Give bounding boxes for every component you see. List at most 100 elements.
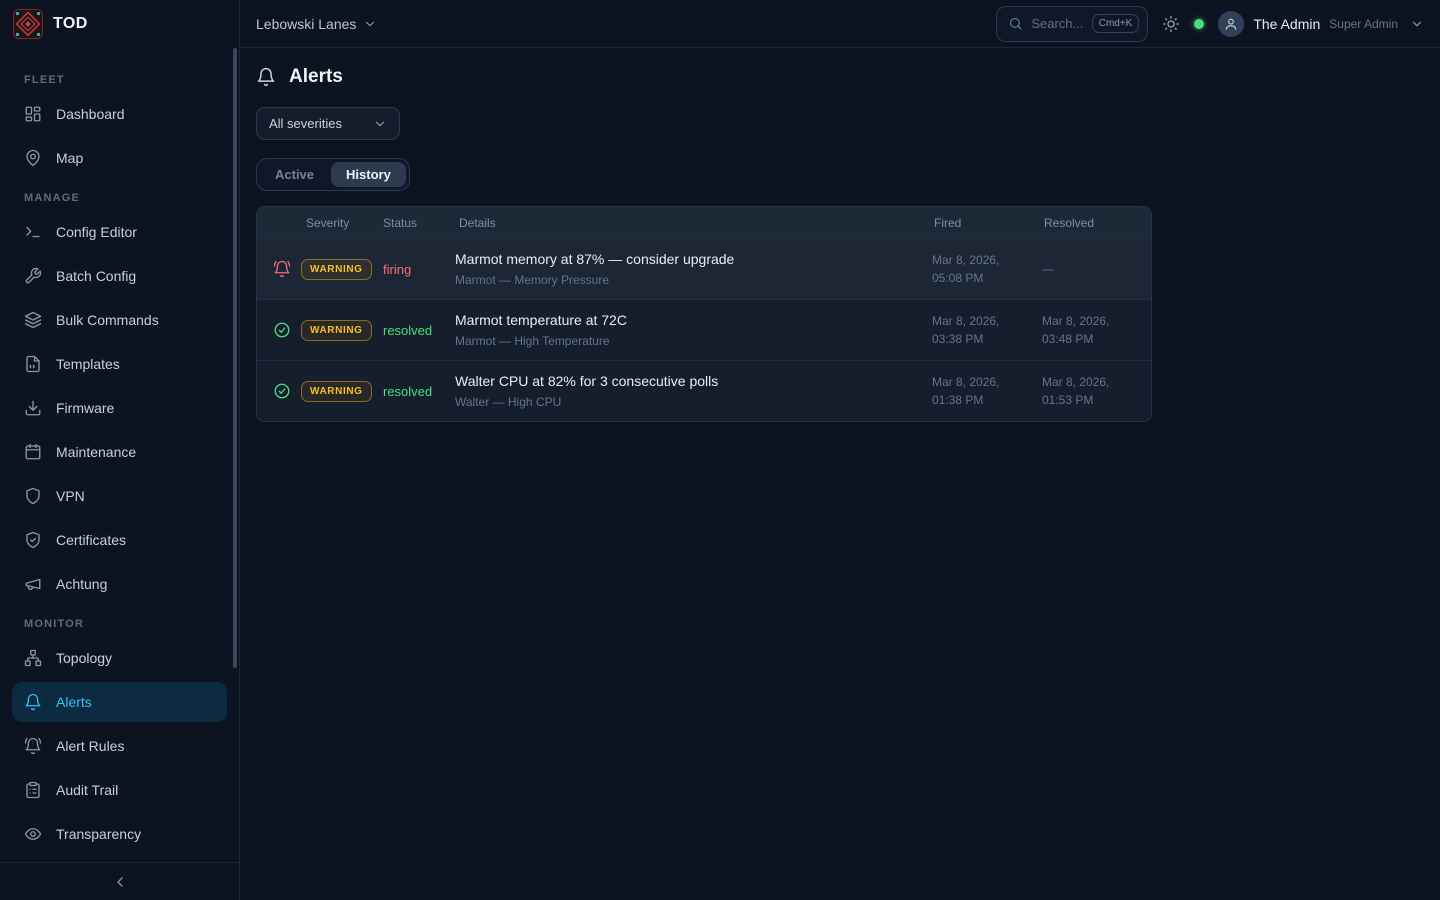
sidebar-item-label: Bulk Commands [56,312,159,328]
check-circle-icon [257,382,301,400]
sidebar-item-batch-config[interactable]: Batch Config [12,256,227,296]
search-shortcut-badge: Cmd+K [1092,14,1140,33]
sidebar-item-label: Achtung [56,576,107,592]
sidebar-item-transparency[interactable]: Transparency [12,814,227,854]
download-icon [24,399,42,417]
sidebar-item-alert-rules[interactable]: Alert Rules [12,726,227,766]
shield-check-icon [24,531,42,549]
table-row[interactable]: WARNING resolved Walter CPU at 82% for 3… [257,360,1151,421]
sidebar-section-monitor: MONITOR [24,618,215,630]
clipboard-list-icon [24,781,42,799]
sidebar-item-label: Dashboard [56,106,125,122]
sidebar-item-firmware[interactable]: Firmware [12,388,227,428]
table-row[interactable]: WARNING resolved Marmot temperature at 7… [257,299,1151,360]
chevron-down-icon [1410,17,1424,31]
severity-badge: WARNING [301,320,372,341]
sidebar-item-label: Topology [56,650,112,666]
dashboard-icon [24,105,42,123]
eye-icon [24,825,42,843]
brand-logo-icon [13,9,43,39]
site-selector[interactable]: Lebowski Lanes [256,16,377,32]
alert-subtitle: Marmot — High Temperature [455,334,932,348]
alert-details: Marmot temperature at 72C Marmot — High … [455,312,932,348]
table-row[interactable]: WARNING firing Marmot memory at 87% — co… [257,238,1151,299]
sidebar-item-audit-trail[interactable]: Audit Trail [12,770,227,810]
alert-details: Walter CPU at 82% for 3 consecutive poll… [455,373,932,409]
sidebar-item-bulk-commands[interactable]: Bulk Commands [12,300,227,340]
alerts-table: Severity Status Details Fired Resolved W… [256,206,1152,422]
sidebar-item-label: Batch Config [56,268,136,284]
sidebar-item-label: Map [56,150,83,166]
sidebar-collapse-button[interactable] [108,870,132,894]
severity-badge: WARNING [301,259,372,280]
alert-details: Marmot memory at 87% — consider upgrade … [455,251,932,287]
sidebar-footer [0,862,239,900]
user-name: The Admin [1253,16,1320,32]
sidebar-item-label: Alerts [56,694,92,710]
status-text: resolved [381,384,455,399]
bell-ring-icon [257,260,301,278]
sun-icon [1162,15,1180,33]
user-role-badge: Super Admin [1329,17,1398,31]
sidebar-item-config-editor[interactable]: Config Editor [12,212,227,252]
search-box[interactable]: Cmd+K [996,6,1148,42]
sidebar-item-map[interactable]: Map [12,138,227,178]
tab-history[interactable]: History [331,162,406,187]
user-icon [1224,17,1238,31]
connection-status-dot [1194,19,1204,29]
sidebar-section-fleet: FLEET [24,74,215,86]
alerts-table-header: Severity Status Details Fired Resolved [257,207,1151,238]
sidebar-item-topology[interactable]: Topology [12,638,227,678]
bell-icon [256,67,276,87]
page-title: Alerts [289,66,343,88]
search-input[interactable] [1031,16,1083,31]
tab-active[interactable]: Active [260,162,329,187]
file-icon [24,355,42,373]
sidebar-item-label: Transparency [56,826,141,842]
sidebar-header: TOD [0,0,239,48]
fired-timestamp: Mar 8, 2026, 03:38 PM [932,312,1042,348]
alerts-tab-group: Active History [256,158,410,191]
map-pin-icon [24,149,42,167]
resolved-timestamp: — [1042,260,1151,278]
search-icon [1008,16,1023,31]
sidebar-item-maintenance[interactable]: Maintenance [12,432,227,472]
alert-title: Walter CPU at 82% for 3 consecutive poll… [455,373,932,389]
sidebar-item-alerts[interactable]: Alerts [12,682,227,722]
sidebar-item-label: Alert Rules [56,738,124,754]
severity-filter-select[interactable]: All severities [256,107,400,140]
sidebar-scrollbar[interactable] [233,48,237,668]
severity-filter-value: All severities [269,116,342,131]
alert-title: Marmot memory at 87% — consider upgrade [455,251,932,267]
resolved-timestamp: Mar 8, 2026, 01:53 PM [1042,373,1151,409]
user-menu[interactable]: The Admin Super Admin [1218,11,1424,37]
theme-toggle-button[interactable] [1162,15,1180,33]
main-content: Alerts All severities Active History Sev… [240,48,1440,900]
wrench-icon [24,267,42,285]
resolved-timestamp: Mar 8, 2026, 03:48 PM [1042,312,1151,348]
topbar: Lebowski Lanes Cmd+K The Admin [240,0,1440,48]
sidebar-item-label: Templates [56,356,120,372]
check-circle-icon [257,321,301,339]
network-icon [24,649,42,667]
sidebar-item-templates[interactable]: Templates [12,344,227,384]
alert-subtitle: Marmot — Memory Pressure [455,273,932,287]
calendar-icon [24,443,42,461]
status-text: firing [381,262,455,277]
severity-badge: WARNING [301,381,372,402]
column-header-fired: Fired [932,216,1042,230]
column-header-resolved: Resolved [1042,216,1151,230]
column-header-severity: Severity [301,216,381,230]
sidebar-item-dashboard[interactable]: Dashboard [12,94,227,134]
alert-subtitle: Walter — High CPU [455,395,932,409]
sidebar-item-label: VPN [56,488,85,504]
column-header-details: Details [455,216,932,230]
sidebar-item-label: Certificates [56,532,126,548]
sidebar-item-certificates[interactable]: Certificates [12,520,227,560]
sidebar-item-label: Config Editor [56,224,137,240]
terminal-icon [24,223,42,241]
bell-ring-icon [24,737,42,755]
column-header-status: Status [381,216,455,230]
sidebar-item-vpn[interactable]: VPN [12,476,227,516]
sidebar-item-achtung[interactable]: Achtung [12,564,227,604]
